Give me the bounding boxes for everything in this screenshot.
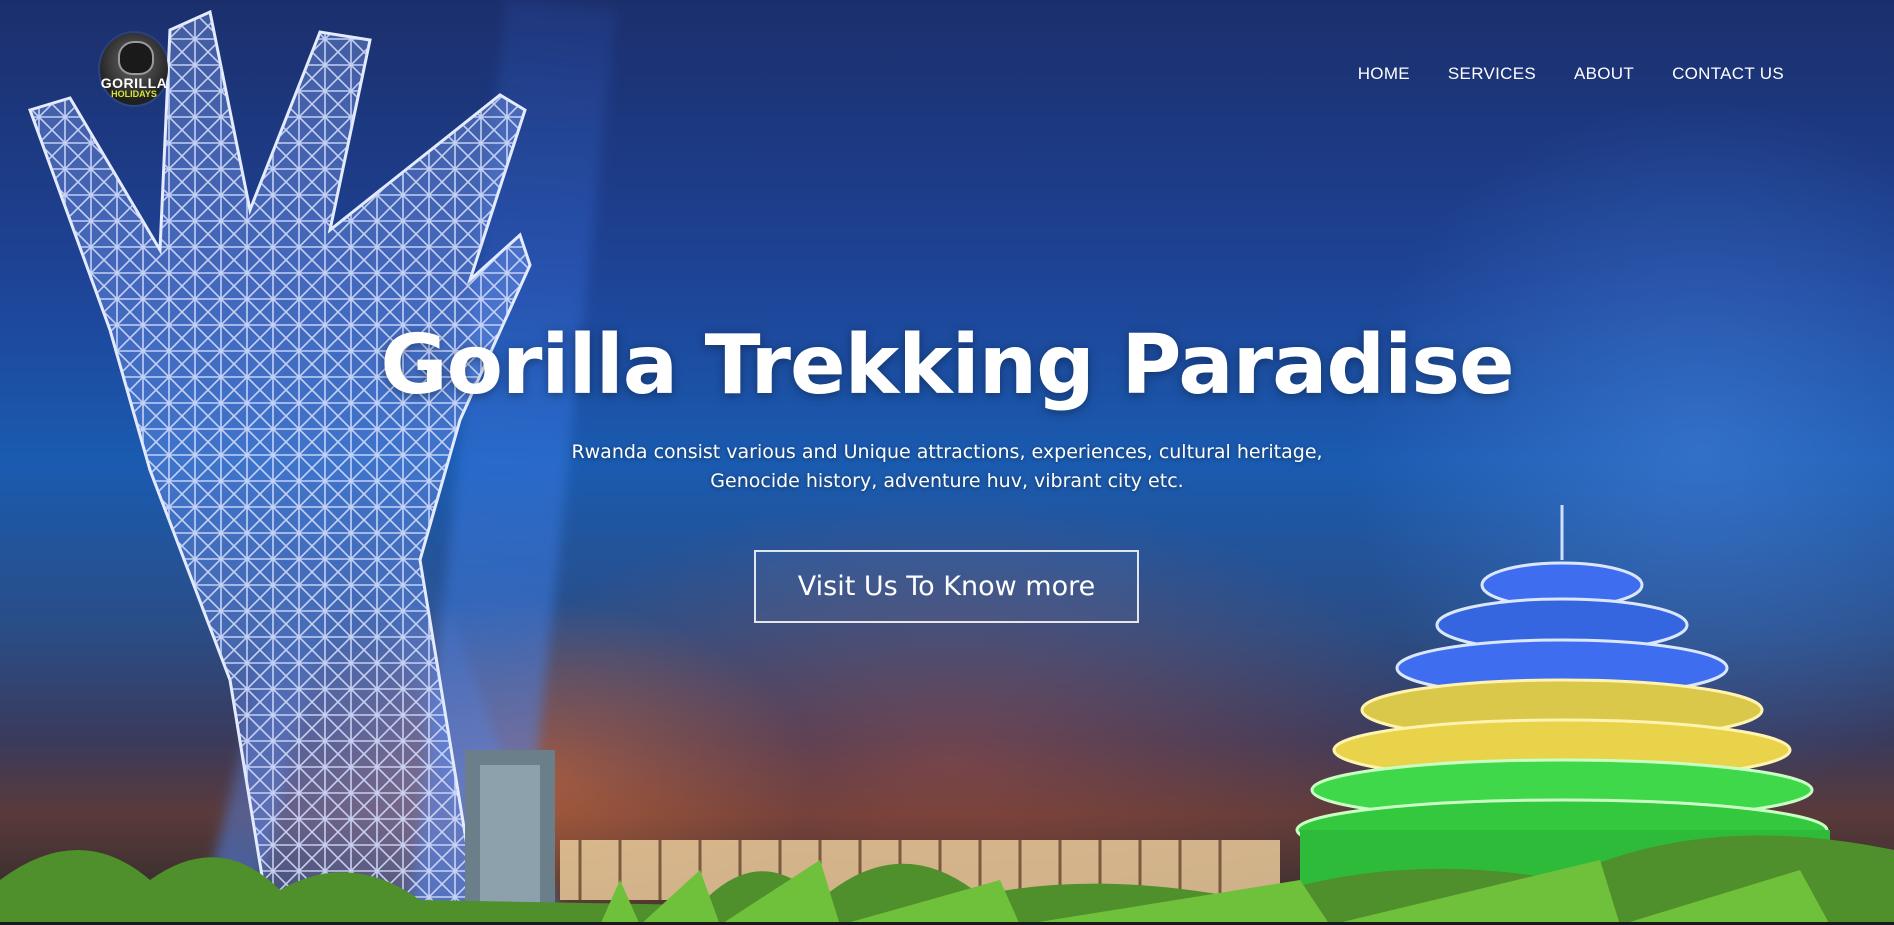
nav-about[interactable]: ABOUT [1574,64,1634,84]
hero-subtitle: Rwanda consist various and Unique attrac… [547,438,1347,496]
nav-contact-us[interactable]: CONTACT US [1672,64,1784,84]
hero-title: Gorilla Trekking Paradise [380,318,1514,413]
main-navigation: HOME SERVICES ABOUT CONTACT US [1358,64,1784,84]
city-foreground-image [0,750,1894,925]
gorilla-icon [118,41,154,75]
hero-subtitle-line2: Genocide history, adventure huv, vibrant… [710,470,1184,492]
logo-text-line2: HOLIDAYS [111,89,157,99]
nav-services[interactable]: SERVICES [1448,64,1536,84]
nav-home[interactable]: HOME [1358,64,1410,84]
visit-us-button[interactable]: Visit Us To Know more [754,550,1139,623]
hero-subtitle-line1: Rwanda consist various and Unique attrac… [571,441,1323,463]
gorilla-holidays-logo[interactable]: GORILLA HOLIDAYS [100,33,168,105]
